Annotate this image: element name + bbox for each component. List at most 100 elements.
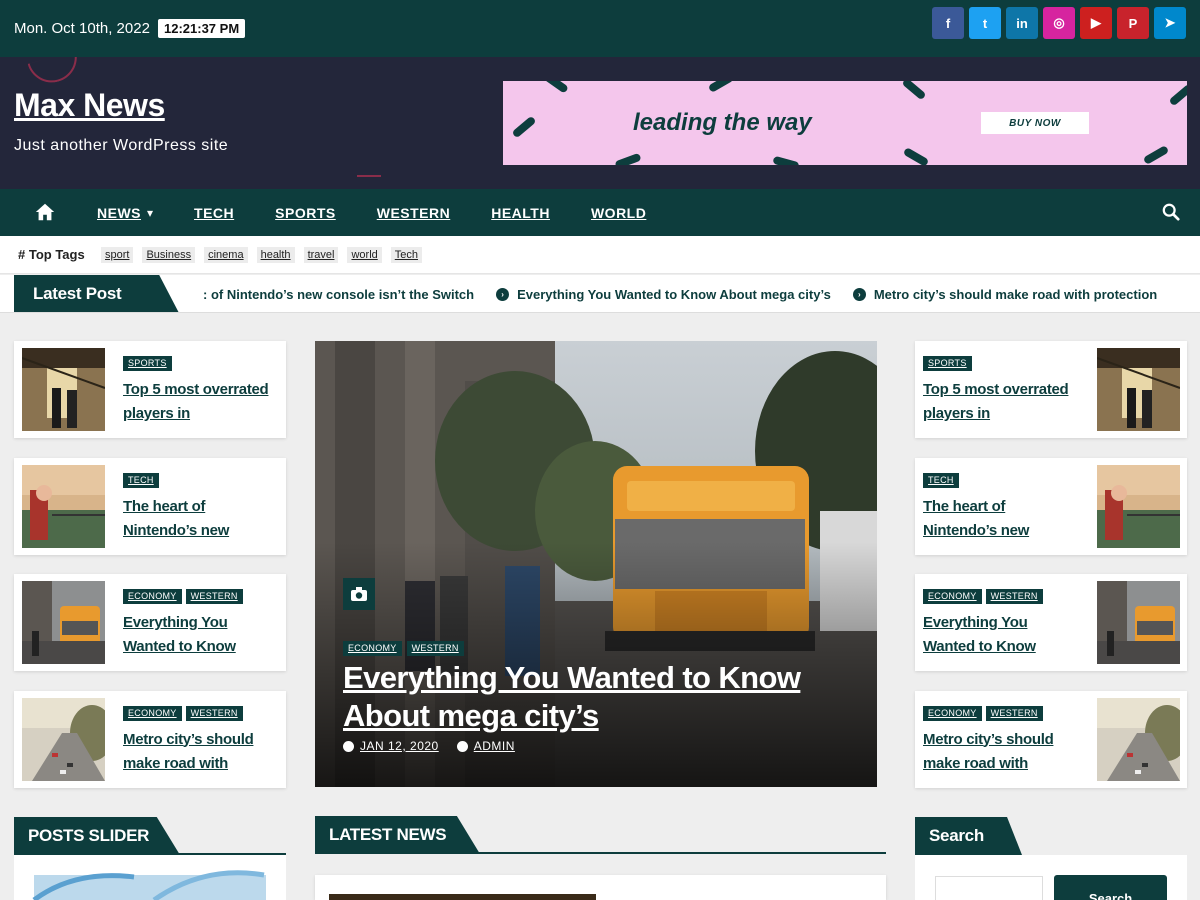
facebook-icon[interactable]: f [932,7,964,39]
featured-date[interactable]: JAN 12, 2020 [343,739,439,753]
ticker-items: : of Nintendo’s new console isn’t the Sw… [203,287,1179,302]
tag-list: sport Business cinema health travel world Tech [101,247,423,263]
linkedin-icon[interactable]: in [1006,7,1038,39]
post-title[interactable]: The heart of Nintendo’s new [123,495,273,543]
site-title[interactable]: Max News [14,87,165,124]
post-title[interactable]: Top 5 most overrated players in [123,378,273,426]
school-bus-thumb[interactable] [22,581,105,664]
site-header: Max News Just another WordPress site lea… [0,57,1200,189]
category-badge[interactable]: SPORTS [123,356,172,371]
post-title[interactable]: Everything You Wanted to Know [923,611,1073,659]
tag-tech[interactable]: Tech [390,247,423,263]
main-navigation: NEWS ▾ TECH SPORTS WESTERN HEALTH WORLD [0,189,1200,236]
current-date: Mon. Oct 10th, 2022 [14,20,150,37]
tag-health[interactable]: health [256,247,295,263]
search-input[interactable] [935,876,1043,900]
side-post-card[interactable]: TECH The heart of Nintendo’s new [915,457,1187,555]
featured-author[interactable]: ADMIN [456,739,515,753]
category-badge[interactable]: ECONOMY [123,705,182,721]
top-bar: Mon. Oct 10th, 2022 12:21:37 PM f t in ◎ ▶ P ➤ [0,0,1200,57]
highway-thumb[interactable] [1097,697,1189,781]
category-badge[interactable]: ECONOMY [923,589,982,604]
top-tags-bar: # Top Tags sport Business cinema health trav… [0,236,1200,274]
decorative-squiggle [27,57,83,89]
highway-thumb[interactable] [22,697,114,781]
photographer-thumb[interactable] [1097,464,1180,548]
nav-item-news-wrapper[interactable]: NEWS ▾ [97,205,153,221]
ticker-item[interactable]: : of Nintendo’s new console isn’t the Sw… [203,287,474,302]
nav-item-news[interactable]: NEWS [97,205,141,221]
post-title[interactable]: Everything You Wanted to Know [123,611,273,659]
nav-item-tech[interactable]: TECH [194,205,234,221]
nav-item-sports[interactable]: SPORTS [275,205,336,221]
ticker-item-text: Everything You Wanted to Know About mega… [517,287,831,302]
post-categories: SPORTS [923,356,972,371]
post-categories: ECONOMY WESTERN [123,589,243,604]
side-post-card[interactable]: SPORTS Top 5 most overrated players in [14,341,286,438]
buy-now-button[interactable]: BUY NOW [981,112,1089,134]
tag-business[interactable]: Business [142,247,196,263]
pinterest-icon[interactable]: P [1117,7,1149,39]
nav-item-health[interactable]: HEALTH [491,205,550,221]
search-widget-title: Search [915,817,1022,855]
search-button[interactable]: Search [1054,875,1167,900]
featured-categories: ECONOMY WESTERN [343,641,464,656]
category-badge[interactable]: TECH [923,472,959,488]
nav-menu: NEWS ▾ TECH SPORTS WESTERN HEALTH WORLD [97,189,687,236]
slider-image [32,870,266,900]
ticker-item-text: : of Nintendo’s new console isn’t the Sw… [203,287,475,302]
youtube-icon[interactable]: ▶ [1080,7,1112,39]
tag-sport[interactable]: sport [101,247,134,263]
social-links: f t in ◎ ▶ P ➤ [932,7,1186,39]
ticker-label: Latest Post [14,275,179,312]
user-icon [456,740,468,752]
ad-banner[interactable]: leading the way BUY NOW [503,81,1187,165]
tag-travel[interactable]: travel [303,247,339,263]
nav-item-world[interactable]: WORLD [591,205,646,221]
post-title[interactable]: Top 5 most overrated players in [923,378,1073,426]
tag-cinema[interactable]: cinema [204,247,248,263]
post-title[interactable]: The heart of Nintendo’s new [923,495,1073,543]
post-title[interactable]: Metro city’s should make road with [923,728,1073,776]
twitter-icon[interactable]: t [969,7,1001,39]
side-post-card[interactable]: ECONOMY WESTERN Metro city’s should make r… [14,690,286,788]
search-icon[interactable] [1162,203,1180,221]
latest-news-thumb [329,894,596,900]
featured-meta: JAN 12, 2020 ADMIN [343,739,515,753]
tag-world[interactable]: world [347,247,382,263]
category-badge[interactable]: ECONOMY [923,705,982,721]
side-post-card[interactable]: ECONOMY WESTERN Metro city’s should make r… [915,690,1189,788]
side-post-card[interactable]: SPORTS Top 5 most overrated players in [915,341,1187,438]
category-badge[interactable]: ECONOMY [343,641,402,656]
people-walking-thumb[interactable] [1096,348,1181,431]
post-categories: ECONOMY WESTERN [923,589,1043,604]
featured-title[interactable]: Everything You Wanted to Know About mega… [343,659,843,735]
decorative-mark [357,175,381,185]
category-badge[interactable]: TECH [123,472,159,488]
latest-news-header: LATEST NEWS [315,816,886,854]
ticker-item[interactable]: › Metro city’s should make road with prot… [852,287,1158,302]
post-title[interactable]: Metro city’s should make road with [123,728,273,776]
nav-item-western[interactable]: WESTERN [377,205,451,221]
category-badge[interactable]: WESTERN [406,641,464,656]
featured-post[interactable]: ECONOMY WESTERN Everything You Wanted to … [315,341,877,787]
category-badge[interactable]: SPORTS [923,356,972,371]
category-badge[interactable]: WESTERN [185,705,243,721]
people-walking-thumb[interactable] [21,348,106,431]
ticker-item[interactable]: › Everything You Wanted to Know About meg… [496,287,831,302]
side-post-card[interactable]: ECONOMY WESTERN Everything You Wanted to K… [915,574,1187,671]
category-badge[interactable]: WESTERN [985,589,1043,604]
side-post-card[interactable]: TECH The heart of Nintendo’s new [14,457,286,555]
category-badge[interactable]: ECONOMY [123,589,182,604]
camera-icon [343,578,375,610]
ticker-item-text: Metro city’s should make road with prote… [873,287,1158,302]
instagram-icon[interactable]: ◎ [1043,7,1075,39]
category-badge[interactable]: WESTERN [985,705,1043,721]
photographer-thumb[interactable] [22,464,105,548]
side-post-card[interactable]: ECONOMY WESTERN Everything You Wanted to K… [14,574,286,671]
category-badge[interactable]: WESTERN [185,589,243,604]
telegram-icon[interactable]: ➤ [1154,7,1186,39]
school-bus-thumb[interactable] [1097,581,1180,664]
latest-news-widget [315,875,886,900]
home-icon[interactable] [34,201,56,223]
